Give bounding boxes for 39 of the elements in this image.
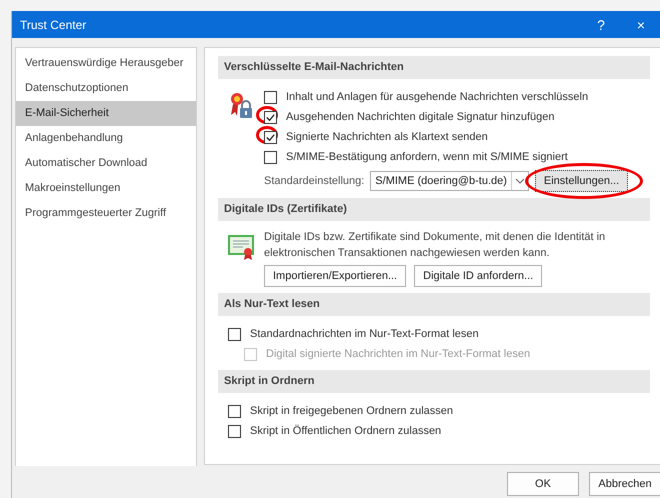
option-label: S/MIME-Bestätigung anfordern, wenn mit S/MIME signiert [285, 151, 568, 163]
checkbox[interactable] [228, 404, 241, 418]
description-text: Digitale IDs bzw. Zertifikate sind Dokumente, mit denen die Identität in elektronischen Transaktionen nachgewiesen werden kann. [264, 230, 606, 261]
sidebar-item[interactable]: Datenschutzoptionen [16, 76, 196, 101]
settings-button[interactable]: Einstellungen... [534, 170, 628, 192]
dialog-button[interactable]: Abbrechen [589, 472, 660, 496]
checkbox[interactable] [228, 328, 241, 340]
option-label: Standardnachrichten im Nur-Text-Format lesen [249, 328, 479, 340]
option-label: Skript in freigegebenen Ordnern zulassen [249, 405, 454, 417]
sidebar-item[interactable]: Vertrauenswürdige Herausgeber [16, 51, 196, 76]
dialog-button[interactable]: OK [507, 472, 579, 496]
sidebar-item[interactable]: E-Mail-Sicherheit [16, 101, 196, 126]
close-button[interactable]: × [621, 11, 660, 38]
dialog-button[interactable]: Digitale ID anfordern... [414, 265, 542, 287]
checkbox[interactable] [264, 150, 277, 164]
dropdown[interactable]: S/MIME (doering@b-tu.de) [370, 171, 529, 191]
sidebar-item[interactable]: Anlagenbehandlung [16, 126, 196, 151]
checkbox[interactable] [264, 110, 277, 124]
option-label: Digital signierte Nachrichten im Nur-Text-Format lesen [265, 348, 530, 360]
sidebar-item[interactable]: Makroeinstellungen [16, 176, 196, 201]
help-button[interactable]: ? [581, 11, 621, 38]
option-label: Inhalt und Anlagen für ausgehende Nachrichten verschlüsseln [285, 91, 588, 103]
sidebar-item[interactable]: Programmgesteuerter Zugriff [16, 201, 196, 226]
option-label: Skript in Öffentlichen Ordnern zulassen [249, 425, 442, 437]
section-heading: Skript in Ordnern [218, 370, 650, 393]
option-label: Ausgehenden Nachrichten digitale Signatur hinzufügen [285, 111, 554, 123]
ribbon-lock-icon [228, 91, 254, 119]
checkbox[interactable] [228, 424, 241, 438]
section-heading: Verschlüsselte E-Mail-Nachrichten [218, 56, 650, 79]
checkbox[interactable] [264, 90, 277, 104]
sidebar-item[interactable]: Automatischer Download [16, 151, 196, 176]
section-heading: Als Nur-Text lesen [218, 293, 650, 316]
dialog-button[interactable]: Importieren/Exportieren... [264, 265, 406, 287]
section-heading: Digitale IDs (Zertifikate) [218, 198, 650, 221]
certificate-icon [228, 233, 254, 261]
option-label: Signierte Nachrichten als Klartext senden [285, 131, 488, 143]
window-title: Trust Center [19, 18, 86, 32]
field-label: Standardeinstellung: [264, 175, 364, 187]
checkbox[interactable] [264, 130, 277, 144]
